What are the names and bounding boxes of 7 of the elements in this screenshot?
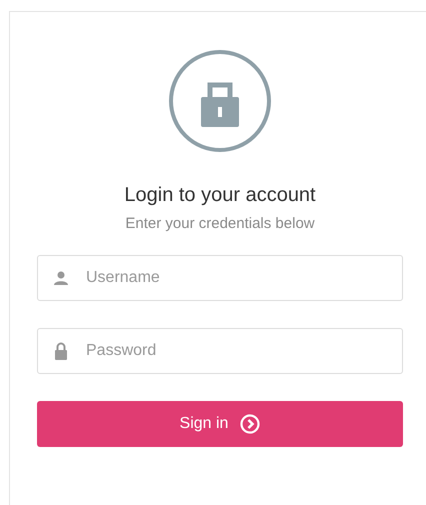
- sign-in-button[interactable]: Sign in: [37, 401, 403, 447]
- login-subtitle: Enter your credentials below: [124, 215, 316, 232]
- input-field[interactable]: Password: [37, 328, 403, 374]
- input-field[interactable]: Username: [37, 255, 403, 301]
- padlock-icon: [168, 49, 272, 153]
- login-title: Login to your account: [123, 184, 317, 207]
- chevron-circle-icon: [240, 414, 260, 434]
